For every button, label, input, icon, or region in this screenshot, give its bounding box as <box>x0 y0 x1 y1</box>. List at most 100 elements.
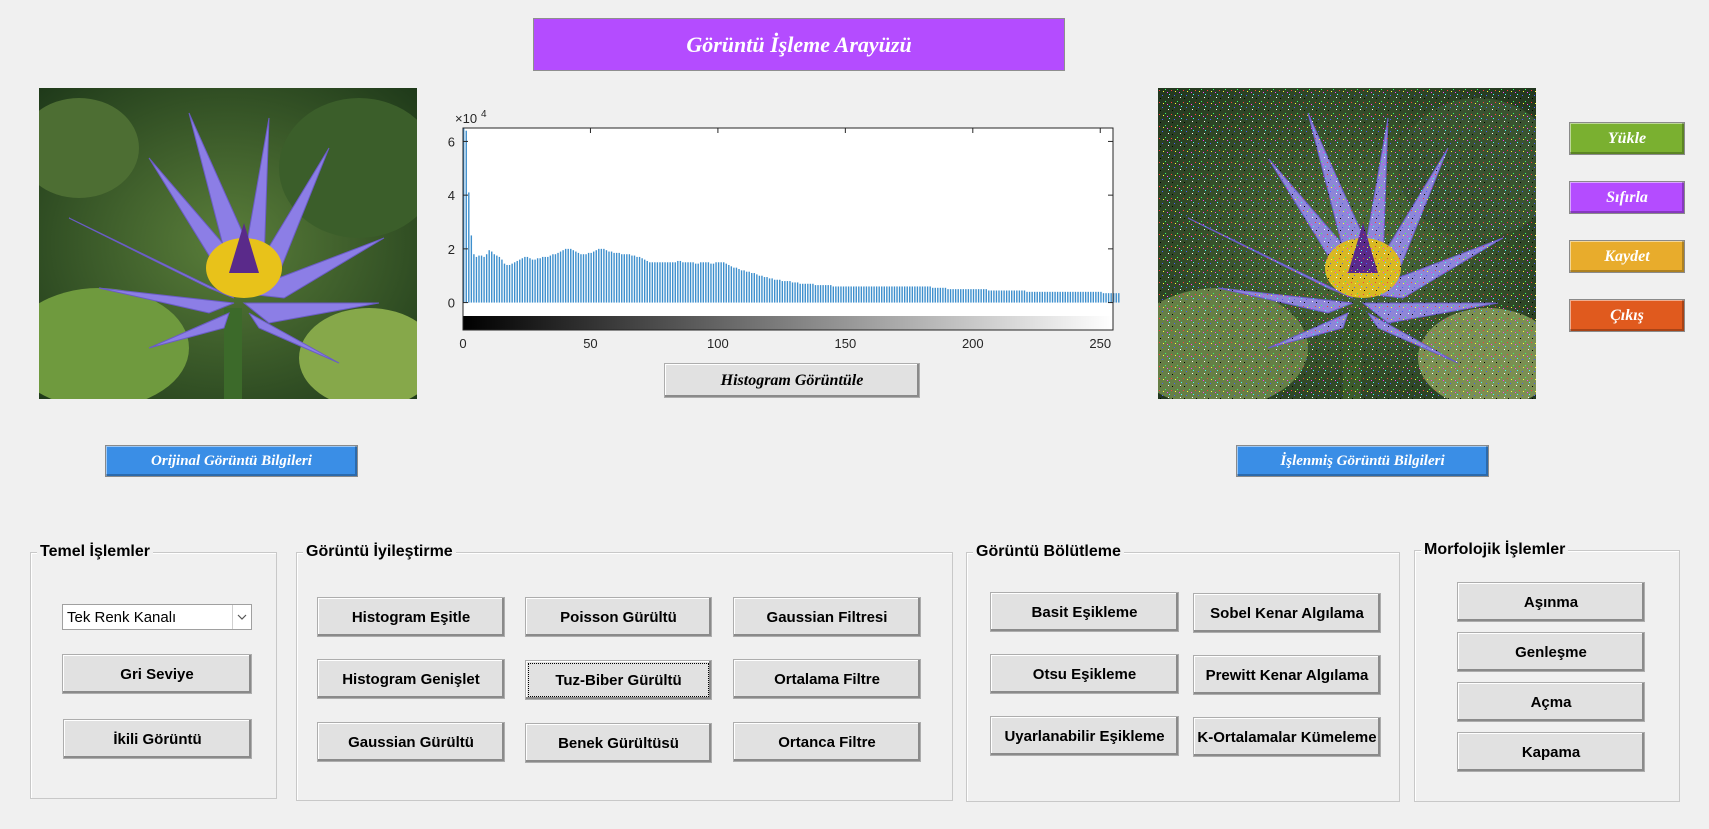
x-tick-label: 150 <box>835 336 857 351</box>
histogram-bar <box>552 254 554 303</box>
histogram-show-button[interactable]: Histogram Görüntüle <box>664 363 920 398</box>
histogram-bar <box>919 286 921 303</box>
histogram-bar <box>898 286 901 303</box>
histogram-bar <box>526 256 529 303</box>
otsu-threshold-button[interactable]: Otsu Eşikleme <box>990 654 1179 694</box>
histogram-stretch-button[interactable]: Histogram Genişlet <box>317 659 505 699</box>
histogram-bar <box>995 290 998 303</box>
histogram-bar <box>610 251 613 303</box>
histogram-bar <box>1118 293 1120 303</box>
histogram-bar <box>1003 290 1005 303</box>
histogram-bar <box>863 286 865 303</box>
histogram-bar <box>853 286 855 303</box>
histogram-bar <box>1041 291 1044 303</box>
basic-threshold-button[interactable]: Basit Eşikleme <box>990 592 1179 632</box>
histogram-bar <box>1077 291 1079 303</box>
histogram-bar <box>1000 290 1003 303</box>
histogram-bar <box>488 250 490 303</box>
kmeans-cluster-button[interactable]: K-Ortalamalar Kümeleme <box>1193 717 1381 757</box>
histogram-bar <box>666 262 669 303</box>
histogram-bar <box>794 282 796 303</box>
histogram-bar <box>837 286 840 303</box>
erosion-button[interactable]: Aşınma <box>1457 582 1645 622</box>
histogram-bar <box>554 254 557 303</box>
median-filter-button[interactable]: Ortanca Filtre <box>733 722 921 762</box>
histogram-bar <box>791 282 794 303</box>
processed-info-button[interactable]: İşlenmiş Görüntü Bilgileri <box>1236 445 1489 477</box>
gaussian-filter-button[interactable]: Gaussian Filtresi <box>733 597 921 637</box>
speckle-noise-button[interactable]: Benek Gürültüsü <box>525 723 712 763</box>
histogram-bar <box>570 248 572 303</box>
histogram-bar <box>633 255 636 303</box>
panel-basic-operations: Temel İşlemler Tek Renk Kanalı Gri Seviy… <box>30 543 277 799</box>
grayscale-button[interactable]: Gri Seviye <box>62 654 252 694</box>
binary-image-button[interactable]: İkili Görüntü <box>63 719 252 759</box>
chevron-down-icon[interactable] <box>232 605 251 629</box>
histogram-bar <box>886 286 888 303</box>
mean-filter-button[interactable]: Ortalama Filtre <box>733 659 921 699</box>
histogram-bar <box>677 260 679 303</box>
prewitt-edge-button[interactable]: Prewitt Kenar Algılama <box>1193 655 1381 695</box>
histogram-bar <box>822 285 824 303</box>
histogram-bar <box>1092 291 1095 303</box>
histogram-bar <box>559 251 562 303</box>
save-button[interactable]: Kaydet <box>1569 240 1685 273</box>
histogram-bar <box>1039 291 1041 303</box>
histogram-bar <box>628 254 631 303</box>
histogram-bar <box>761 275 763 303</box>
histogram-bar <box>781 281 784 303</box>
histogram-bar <box>557 252 559 303</box>
histogram-bar <box>564 248 567 303</box>
closing-button[interactable]: Kapama <box>1457 732 1645 772</box>
histogram-svg: 64200 50 100 150 200 250×10 4 <box>448 109 1128 351</box>
histogram-bar <box>929 286 931 303</box>
reset-button[interactable]: Sıfırla <box>1569 181 1685 214</box>
histogram-bar <box>860 286 863 303</box>
histogram-equalize-button[interactable]: Histogram Eşitle <box>317 597 505 637</box>
histogram-bar <box>615 252 618 303</box>
histogram-bar <box>519 259 521 303</box>
poisson-noise-button[interactable]: Poisson Gürültü <box>525 597 712 637</box>
original-info-button[interactable]: Orijinal Görüntü Bilgileri <box>105 445 358 477</box>
exit-button[interactable]: Çıkış <box>1569 299 1685 332</box>
load-button[interactable]: Yükle <box>1569 122 1685 155</box>
histogram-bar <box>768 278 771 303</box>
histogram-bar <box>745 271 748 303</box>
histogram-bar <box>975 289 977 303</box>
salt-pepper-noise-button[interactable]: Tuz-Biber Gürültü <box>525 660 712 700</box>
histogram-bar <box>715 262 717 303</box>
histogram-bar <box>651 262 654 303</box>
dilation-button[interactable]: Genleşme <box>1457 632 1645 672</box>
histogram-bar <box>700 262 702 303</box>
histogram-bar <box>980 289 982 303</box>
histogram-bar <box>998 290 1000 303</box>
histogram-bar <box>796 282 799 303</box>
histogram-bar <box>977 289 980 303</box>
panel-morphological-operations: Morfolojik İşlemler Aşınma Genleşme Açma… <box>1414 541 1680 802</box>
channel-select[interactable]: Tek Renk Kanalı <box>62 604 252 630</box>
histogram-bar <box>593 251 595 303</box>
histogram-bar <box>1067 291 1069 303</box>
gaussian-noise-button[interactable]: Gaussian Gürültü <box>317 722 505 762</box>
opening-button[interactable]: Açma <box>1457 682 1645 722</box>
histogram-bar <box>1056 291 1059 303</box>
histogram-bar <box>631 255 633 303</box>
histogram-bar <box>944 287 947 303</box>
histogram-bar <box>717 262 720 303</box>
histogram-bar <box>789 281 791 303</box>
adaptive-threshold-button[interactable]: Uyarlanabilir Eşikleme <box>990 716 1179 756</box>
histogram-bar <box>478 255 480 303</box>
histogram-bar <box>664 262 666 303</box>
histogram-bar <box>1051 291 1054 303</box>
histogram-bar <box>1110 293 1112 303</box>
histogram-bar <box>674 262 676 303</box>
histogram-bar <box>506 264 508 303</box>
histogram-bar <box>485 254 488 303</box>
histogram-bar <box>835 286 837 303</box>
histogram-bar <box>1033 291 1036 303</box>
sobel-edge-button[interactable]: Sobel Kenar Algılama <box>1193 593 1381 633</box>
histogram-bar <box>812 283 814 303</box>
histogram-bar <box>516 260 518 303</box>
histogram-bar <box>730 266 733 303</box>
histogram-bar <box>758 275 761 303</box>
